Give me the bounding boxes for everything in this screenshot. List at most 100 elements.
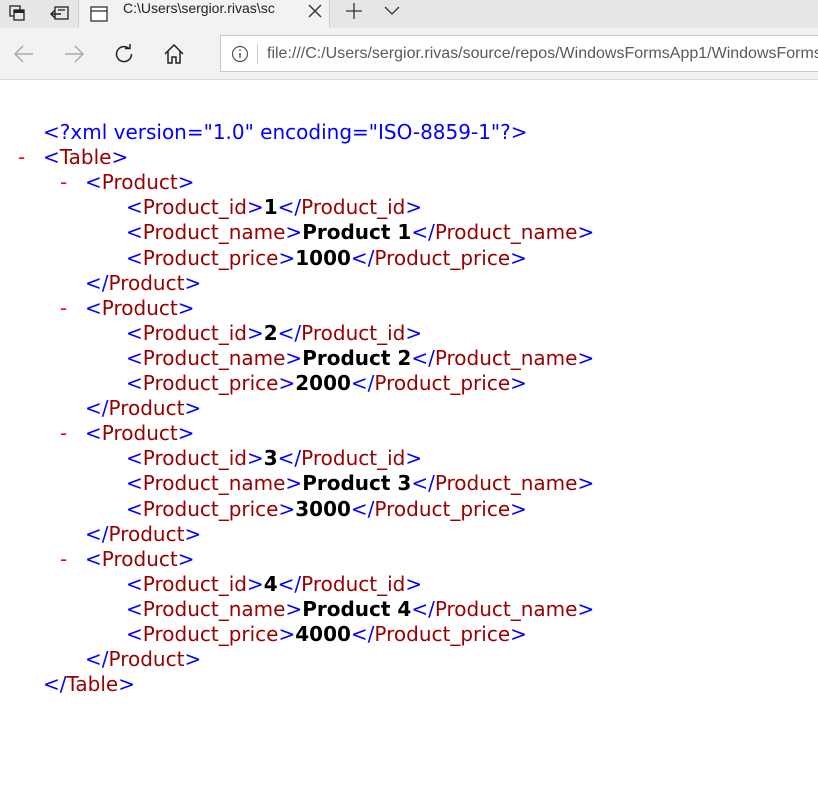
refresh-icon (115, 44, 133, 63)
chevron-down-icon (384, 6, 400, 15)
collapse-product-toggle[interactable]: - (60, 421, 67, 446)
product-close-line: </Product> (85, 396, 201, 421)
tag-bracket: > (278, 622, 296, 646)
xml-document: <?xml version="1.0" encoding="ISO-8859-1… (0, 80, 818, 800)
tag-bracket: > (246, 320, 264, 345)
product-field-line: <Product_name>Product 2</Product_name> (126, 346, 594, 371)
product-field-line: <Product_name>Product 3</Product_name> (126, 471, 594, 496)
product-field-value: 4 (263, 571, 278, 596)
tag-bracket: </ (411, 471, 435, 496)
info-icon[interactable] (231, 45, 249, 63)
home-icon (164, 44, 184, 64)
tag-bracket: > (111, 145, 129, 170)
tag-bracket: < (126, 622, 143, 646)
tag-name: Product_price (374, 245, 511, 270)
tag-bracket: > (577, 471, 595, 496)
tag-bracket: </ (350, 371, 375, 395)
back-button[interactable] (6, 36, 42, 72)
tab-preview-button[interactable] (0, 0, 36, 28)
collapse-product-toggle[interactable]: - (60, 170, 67, 195)
tag-name: Product_id (142, 571, 247, 596)
tag-bracket: </ (85, 270, 109, 295)
tag-bracket: < (126, 245, 143, 270)
tag-name: Product_name (434, 471, 578, 496)
product-field-line: <Product_price>1000</Product_price> (126, 246, 527, 271)
close-icon (308, 4, 322, 18)
tab-close-button[interactable] (301, 0, 329, 22)
tag-bracket: > (577, 220, 595, 245)
set-aside-tabs-button[interactable] (42, 0, 78, 28)
collapse-table-toggle[interactable]: - (18, 145, 25, 170)
product-field-value: Product 4 (302, 596, 412, 621)
tag-name: Product_id (301, 571, 406, 596)
tag-bracket: > (184, 396, 202, 421)
active-tab[interactable]: C:\Users\sergior.rivas\sc (78, 0, 330, 28)
tag-bracket: </ (350, 245, 375, 270)
tab-title: C:\Users\sergior.rivas\sc (123, 0, 275, 16)
tag-name: Product_name (142, 596, 286, 621)
tag-bracket: < (126, 496, 143, 521)
tag-bracket: > (246, 571, 264, 596)
tag-bracket: < (43, 145, 60, 170)
tag-bracket: > (285, 220, 303, 245)
product-close-line: </Product> (85, 647, 201, 672)
product-open-line: <Product> (85, 170, 194, 195)
tag-bracket: > (177, 295, 195, 320)
refresh-button[interactable] (106, 36, 142, 72)
tag-bracket: < (126, 471, 143, 496)
product-field-value: 2 (263, 320, 278, 345)
tag-bracket: > (184, 647, 202, 672)
tab-list-button[interactable] (376, 0, 408, 22)
tag-bracket: </ (43, 672, 67, 697)
tag-bracket: </ (350, 622, 375, 646)
forward-button[interactable] (56, 36, 92, 72)
product-open-line: <Product> (85, 421, 194, 446)
tag-bracket: </ (85, 521, 109, 546)
address-separator (257, 44, 258, 64)
address-bar[interactable]: file:///C:/Users/sergior.rivas/source/re… (220, 35, 818, 72)
product-field-value: Product 3 (302, 471, 412, 496)
tag-bracket: </ (85, 396, 109, 421)
tag-name: Product_price (142, 371, 279, 395)
tag-bracket: </ (411, 345, 435, 370)
tag-name: Product_name (142, 345, 286, 370)
address-url[interactable]: file:///C:/Users/sergior.rivas/source/re… (267, 36, 818, 71)
product-field-value: Product 2 (302, 345, 412, 370)
product-field-value: 2000 (295, 371, 351, 395)
product-field-value: Product 1 (302, 220, 412, 245)
tag-bracket: < (126, 446, 143, 471)
tag-bracket: < (126, 195, 143, 220)
product-open-line: <Product> (85, 296, 194, 321)
product-field-line: <Product_id>4</Product_id> (126, 572, 422, 597)
tag-bracket: < (126, 320, 143, 345)
tag-bracket: > (246, 446, 264, 471)
tag-bracket: > (405, 446, 423, 471)
product-field-line: <Product_id>1</Product_id> (126, 195, 422, 220)
tag-bracket: < (85, 295, 102, 320)
tag-bracket: > (285, 345, 303, 370)
tag-bracket: > (405, 320, 423, 345)
tag-bracket: > (177, 421, 195, 446)
tag-name: Product_id (301, 195, 406, 220)
tag-bracket: > (510, 245, 527, 270)
tag-bracket: > (285, 471, 303, 496)
tag-bracket: < (126, 220, 143, 245)
set-aside-tabs-icon (50, 6, 69, 20)
tag-name: Product (101, 170, 178, 195)
tag-bracket: </ (350, 496, 375, 521)
tag-bracket: > (577, 345, 595, 370)
new-tab-button[interactable] (338, 0, 370, 22)
tag-bracket: > (405, 571, 423, 596)
tag-name: Product_name (434, 596, 578, 621)
home-button[interactable] (156, 36, 192, 72)
tag-name: Product (108, 270, 185, 295)
collapse-product-toggle[interactable]: - (60, 296, 67, 321)
tag-bracket: > (510, 496, 527, 521)
tag-bracket: > (278, 496, 296, 521)
collapse-product-toggle[interactable]: - (60, 547, 67, 572)
tag-name: Product (108, 521, 185, 546)
product-close-line: </Product> (85, 522, 201, 547)
product-field-value: 3 (263, 446, 278, 471)
tag-bracket: </ (411, 220, 435, 245)
tag-bracket: < (85, 170, 102, 195)
